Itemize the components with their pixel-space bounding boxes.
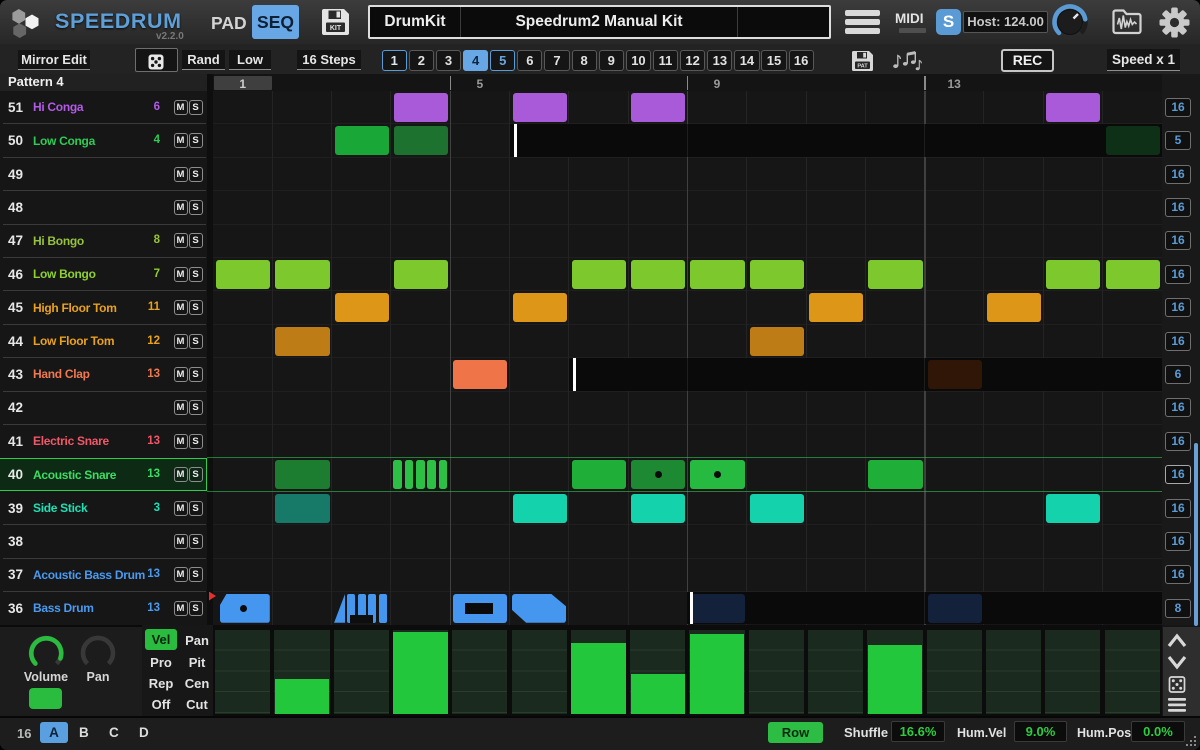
svg-text:KIT: KIT (330, 25, 342, 32)
svg-text:PAT: PAT (857, 64, 868, 70)
